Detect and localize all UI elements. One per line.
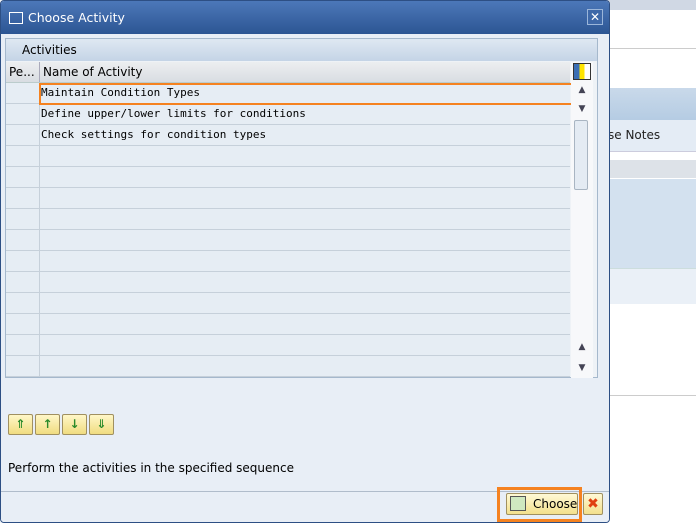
- selected-row-highlight: [39, 83, 573, 105]
- close-button[interactable]: ✕: [587, 9, 603, 25]
- scroll-down-button[interactable]: ▼: [572, 100, 592, 118]
- background-window: se Notes: [600, 0, 696, 523]
- table-row[interactable]: Check settings for condition types: [6, 125, 570, 146]
- pe-cell[interactable]: [6, 356, 40, 376]
- table-row[interactable]: [6, 167, 570, 188]
- activity-name-cell[interactable]: [40, 272, 41, 292]
- table-settings-icon[interactable]: [573, 63, 591, 80]
- column-header-name[interactable]: Name of Activity: [40, 62, 142, 82]
- title-bar: Choose Activity: [1, 1, 609, 34]
- choose-label: Choose: [533, 497, 578, 511]
- choose-button[interactable]: Choose: [506, 493, 578, 515]
- table-row[interactable]: [6, 335, 570, 356]
- table-row[interactable]: Define upper/lower limits for conditions: [6, 104, 570, 125]
- activity-name-cell[interactable]: [40, 146, 41, 166]
- pe-cell[interactable]: [6, 251, 40, 271]
- pe-cell[interactable]: [6, 314, 40, 334]
- table-row[interactable]: [6, 314, 570, 335]
- info-message: Perform the activities in the specified …: [8, 461, 294, 475]
- table-row[interactable]: [6, 230, 570, 251]
- table-caption: Activities: [6, 39, 597, 61]
- pe-cell[interactable]: [6, 230, 40, 250]
- table-row[interactable]: [6, 188, 570, 209]
- pe-cell[interactable]: [6, 188, 40, 208]
- activity-name-cell[interactable]: Check settings for condition types: [40, 125, 266, 145]
- cancel-button[interactable]: ✖: [583, 493, 603, 515]
- activity-name-cell[interactable]: [40, 293, 41, 313]
- pe-cell[interactable]: [6, 209, 40, 229]
- pe-cell[interactable]: [6, 146, 40, 166]
- table-row[interactable]: [6, 356, 570, 377]
- activity-name-cell[interactable]: Define upper/lower limits for conditions: [40, 104, 306, 124]
- pe-cell[interactable]: [6, 293, 40, 313]
- table-row[interactable]: [6, 209, 570, 230]
- table-row[interactable]: [6, 146, 570, 167]
- activity-name-cell[interactable]: [40, 167, 41, 187]
- activity-name-cell[interactable]: [40, 230, 41, 250]
- table-row[interactable]: [6, 293, 570, 314]
- scroll-page-down-button[interactable]: ▼: [572, 359, 592, 377]
- move-to-bottom-icon[interactable]: ⇓: [89, 414, 114, 435]
- pe-cell[interactable]: [6, 83, 40, 103]
- table-row[interactable]: [6, 251, 570, 272]
- column-header-pe[interactable]: Pe...: [6, 62, 40, 82]
- scroll-page-up-button[interactable]: ▲: [572, 338, 592, 356]
- pe-cell[interactable]: [6, 125, 40, 145]
- dialog-title: Choose Activity: [28, 10, 125, 25]
- activity-name-cell[interactable]: [40, 188, 41, 208]
- move-up-icon[interactable]: ↑: [35, 414, 60, 435]
- move-down-icon[interactable]: ↓: [62, 414, 87, 435]
- move-to-top-icon[interactable]: ⇑: [8, 414, 33, 435]
- choose-icon: [510, 496, 526, 511]
- release-notes-link[interactable]: se Notes: [608, 128, 660, 142]
- pe-cell[interactable]: [6, 167, 40, 187]
- activity-name-cell[interactable]: [40, 335, 41, 355]
- pe-cell[interactable]: [6, 272, 40, 292]
- activity-name-cell[interactable]: [40, 356, 41, 376]
- activities-table: Activities Pe... Name of Activity Mainta…: [5, 38, 598, 378]
- activity-name-cell[interactable]: [40, 314, 41, 334]
- pe-cell[interactable]: [6, 335, 40, 355]
- scroll-up-button[interactable]: ▲: [572, 81, 592, 99]
- choose-activity-dialog: Choose Activity ✕ Activities Pe... Name …: [0, 0, 610, 523]
- pe-cell[interactable]: [6, 104, 40, 124]
- activity-name-cell[interactable]: [40, 209, 41, 229]
- table-row[interactable]: [6, 272, 570, 293]
- dialog-icon: [9, 11, 23, 24]
- vertical-scrollbar[interactable]: ▲ ▼ ▲ ▼: [571, 62, 593, 378]
- scroll-thumb[interactable]: [574, 120, 588, 190]
- sequence-toolbar: ⇑ ↑ ↓ ⇓: [8, 414, 114, 435]
- activity-name-cell[interactable]: [40, 251, 41, 271]
